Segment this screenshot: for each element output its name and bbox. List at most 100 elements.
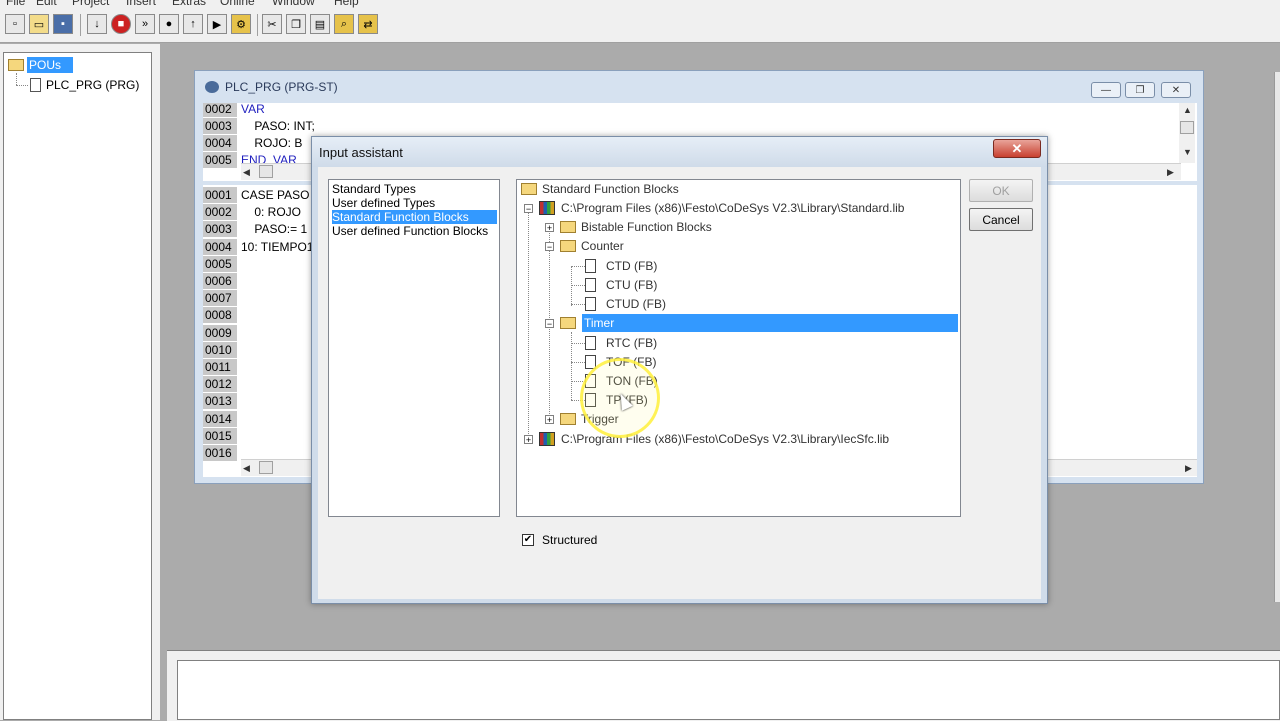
new-icon[interactable]: ▫ — [5, 14, 25, 34]
dialog-title: Input assistant — [319, 144, 403, 160]
minimize-button[interactable]: — — [1091, 82, 1121, 98]
editor-title: PLC_PRG (PRG-ST) — [225, 80, 338, 94]
maximize-button[interactable]: ❐ — [1125, 82, 1155, 98]
tree-line — [571, 304, 585, 305]
menu-extras[interactable]: Extras — [172, 0, 206, 8]
pou-root-item[interactable]: POUs — [8, 57, 74, 73]
tree-rtc-label: RTC (FB) — [606, 336, 658, 350]
toolbar: ▫ ▭ ▪ ↓ ■ » ● ↑ ▶ ⚙ ✂ ❐ ▤ ⌕ ⇄ — [0, 8, 1280, 43]
message-area — [177, 660, 1280, 720]
type-item-standard-function-blocks[interactable]: Standard Function Blocks — [332, 210, 497, 224]
structured-checkbox[interactable]: ✔ Structured — [522, 533, 597, 547]
line-number: 0002 — [203, 103, 237, 117]
breakpoint-icon[interactable]: ● — [159, 14, 179, 34]
line-number: 0003 — [203, 221, 237, 238]
toolbar-separator — [257, 14, 258, 36]
scroll-thumb[interactable] — [1180, 121, 1194, 134]
scroll-thumb[interactable] — [259, 461, 273, 474]
type-category-list[interactable]: Standard Types User defined Types Standa… — [328, 179, 500, 517]
tree-line — [528, 208, 529, 440]
upload-icon[interactable]: ↑ — [183, 14, 203, 34]
cancel-button[interactable]: Cancel — [969, 208, 1033, 231]
tree-timer[interactable]: − — [545, 314, 579, 332]
collapse-icon[interactable]: − — [524, 203, 533, 213]
tree-line — [571, 362, 585, 363]
dialog-close-button[interactable]: ✕ — [993, 139, 1041, 158]
collapse-icon[interactable]: − — [545, 241, 554, 251]
menu-insert[interactable]: Insert — [126, 0, 156, 8]
run-icon[interactable]: ▶ — [207, 14, 227, 34]
code-line[interactable]: 0: ROJO — [241, 204, 301, 220]
login-icon[interactable]: ⚙ — [231, 14, 251, 34]
step-icon[interactable]: » — [135, 14, 155, 34]
type-item-user-defined-function-blocks[interactable]: User defined Function Blocks — [332, 224, 490, 238]
close-button[interactable]: ✕ — [1161, 82, 1191, 98]
tree-lib-standard-label: C:\Program Files (x86)\Festo\CoDeSys V2.… — [561, 201, 905, 215]
tree-ctu[interactable]: CTU (FB) — [585, 276, 659, 294]
line-number: 0004 — [203, 238, 237, 255]
line-number: 0002 — [203, 204, 237, 221]
document-icon — [30, 78, 41, 92]
menu-file[interactable]: File — [6, 0, 25, 8]
menu-window[interactable]: Window — [272, 0, 315, 8]
open-icon[interactable]: ▭ — [29, 14, 49, 34]
code-line[interactable]: ROJO: B — [241, 135, 302, 151]
expand-icon[interactable]: + — [545, 222, 554, 232]
paste-icon[interactable]: ▤ — [310, 14, 330, 34]
expand-icon[interactable]: + — [545, 414, 554, 424]
menu-edit[interactable]: Edit — [36, 0, 57, 8]
tree-rtc[interactable]: RTC (FB) — [585, 334, 659, 352]
code-line[interactable]: 10: TIEMPO1 — [241, 239, 313, 255]
tree-ctud[interactable]: CTUD (FB) — [585, 295, 668, 313]
save-icon[interactable]: ▪ — [53, 14, 73, 34]
line-number: 0005 — [203, 255, 237, 272]
collapse-icon[interactable]: − — [545, 318, 554, 328]
tree-timer-selection[interactable]: Timer — [582, 314, 958, 332]
tree-counter[interactable]: − Counter — [545, 237, 626, 255]
folder-icon — [8, 59, 24, 71]
tree-line — [16, 85, 28, 86]
tree-bistable-label: Bistable Function Blocks — [581, 220, 712, 234]
line-number: 0008 — [203, 307, 237, 324]
download-icon[interactable]: ↓ — [87, 14, 107, 34]
right-scrollbar[interactable] — [1274, 72, 1280, 602]
function-block-tree[interactable]: Standard Function Blocks − C:\Program Fi… — [516, 179, 961, 517]
tree-ctd[interactable]: CTD (FB) — [585, 257, 659, 275]
type-item-standard-types[interactable]: Standard Types — [332, 182, 418, 196]
tree-line — [571, 343, 585, 344]
code-line[interactable]: PASO:= 1 — [241, 221, 307, 237]
tree-lib-iecsfc[interactable]: + C:\Program Files (x86)\Festo\CoDeSys V… — [524, 430, 891, 448]
dialog-titlebar[interactable]: Input assistant — [312, 137, 1047, 167]
input-assistant-dialog: Input assistant ✕ Standard Types User de… — [311, 136, 1048, 604]
folder-icon — [560, 240, 576, 252]
editor-titlebar[interactable]: PLC_PRG (PRG-ST) — [195, 71, 1213, 103]
code-line[interactable]: PASO: INT; — [241, 118, 314, 134]
menu-online[interactable]: Online — [220, 0, 255, 8]
line-number: 0010 — [203, 341, 237, 358]
checkbox-check-icon[interactable]: ✔ — [522, 534, 534, 546]
line-number: 0009 — [203, 324, 237, 341]
scroll-thumb[interactable] — [259, 165, 273, 178]
cut-icon[interactable]: ✂ — [262, 14, 282, 34]
tree-lib-standard[interactable]: − C:\Program Files (x86)\Festo\CoDeSys V… — [524, 199, 906, 217]
ok-button[interactable]: OK — [969, 179, 1033, 202]
tree-root-item[interactable]: Standard Function Blocks — [521, 180, 681, 198]
tree-line — [16, 73, 17, 85]
expand-icon[interactable]: + — [524, 434, 533, 444]
find-icon[interactable]: ⌕ — [334, 14, 354, 34]
pou-plc-prg-item[interactable]: PLC_PRG (PRG) — [30, 78, 139, 92]
replace-icon[interactable]: ⇄ — [358, 14, 378, 34]
menu-project[interactable]: Project — [72, 0, 109, 8]
tree-line — [571, 266, 572, 306]
copy-icon[interactable]: ❐ — [286, 14, 306, 34]
stop-icon[interactable]: ■ — [111, 14, 131, 34]
tree-bistable[interactable]: + Bistable Function Blocks — [545, 218, 714, 236]
menu-help[interactable]: Help — [334, 0, 359, 8]
toolbar-separator — [80, 14, 81, 36]
code-line[interactable]: VAR — [241, 103, 265, 117]
line-number: 0012 — [203, 376, 237, 393]
code-line[interactable]: CASE PASO — [241, 187, 309, 203]
decl-vscrollbar[interactable]: ▲ ▼ — [1179, 103, 1195, 163]
type-item-user-defined-types[interactable]: User defined Types — [332, 196, 437, 210]
tree-line — [571, 285, 585, 286]
